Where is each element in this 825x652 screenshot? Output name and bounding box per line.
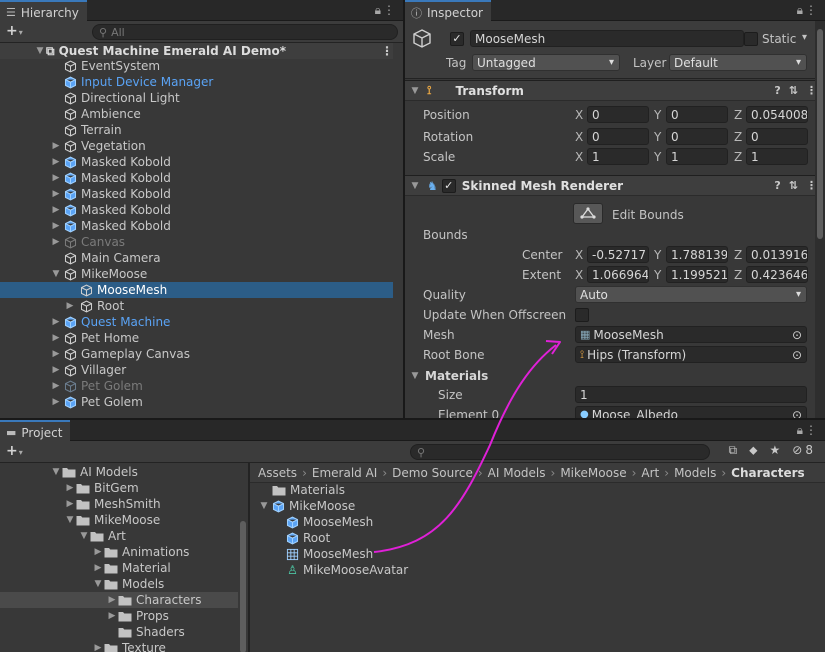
annotation-arrow: [373, 340, 561, 553]
